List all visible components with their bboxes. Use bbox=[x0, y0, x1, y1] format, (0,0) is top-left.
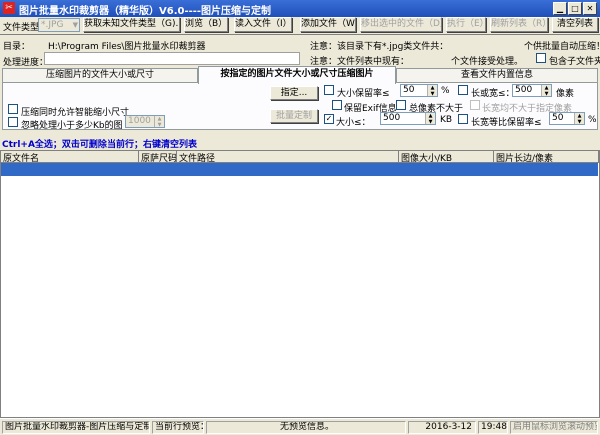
close-button[interactable]: ✕ bbox=[583, 2, 597, 15]
ignore-small-label: 忽略处理小于多少Kb的图 bbox=[21, 121, 123, 131]
dir-value: H:\Program Files\图片批量水印裁剪器 bbox=[48, 42, 206, 52]
wh-not-exceed-checkbox[interactable] bbox=[470, 100, 480, 110]
long-side-checkbox[interactable] bbox=[458, 85, 468, 95]
column-header-size-kb[interactable]: 图像大小/KB bbox=[399, 151, 494, 163]
quality-max-label: 大小保留率≤ bbox=[337, 89, 390, 99]
ignore-small-value: 1000 bbox=[128, 116, 151, 126]
minimize-button[interactable]: ▁ bbox=[553, 2, 567, 15]
kb-label: KB bbox=[440, 115, 453, 125]
size-max-input[interactable]: 500 ▲ ▼ bbox=[380, 112, 436, 125]
status-time: 19:48 bbox=[478, 421, 508, 434]
spin-arrows-icon[interactable]: ▲ ▼ bbox=[541, 85, 551, 96]
total-pixels-checkbox[interactable] bbox=[396, 100, 406, 110]
column-header-long-side[interactable]: 图片长边/像素 bbox=[494, 151, 599, 163]
status-preview-value: 无预览信息。 bbox=[206, 421, 406, 434]
list-hint: Ctrl+A全选；双击可删除当前行；右键清空列表 bbox=[2, 140, 197, 150]
refresh-list-button[interactable]: 刷新列表（R） bbox=[490, 17, 548, 32]
list-count-note-tail: 个文件接受处理。 bbox=[451, 57, 524, 67]
clear-list-button[interactable]: 清空列表 bbox=[552, 17, 598, 32]
progress-label: 处理进度： bbox=[3, 58, 49, 68]
quality-max-value: 50 bbox=[403, 85, 415, 95]
size-max-label: 大小≤： bbox=[336, 118, 371, 128]
execute-button[interactable]: 执行（E） bbox=[446, 17, 486, 32]
progress-bar bbox=[44, 52, 300, 65]
remove-selected-button[interactable]: 移出选中的文件（D） bbox=[360, 17, 442, 32]
specify-button[interactable]: 指定... bbox=[270, 86, 318, 100]
chevron-down-icon: ▼ bbox=[72, 21, 78, 29]
ratio-keep-checkbox[interactable] bbox=[458, 114, 468, 124]
quality-max-input[interactable]: 50 ▲ ▼ bbox=[400, 84, 438, 97]
status-hint: 启用鼠标浏览滚动预览 bbox=[510, 421, 598, 434]
spin-arrows-icon[interactable]: ▲ ▼ bbox=[425, 113, 435, 124]
ignore-small-checkbox[interactable] bbox=[8, 117, 18, 127]
column-header-path[interactable]: 文件路径 bbox=[177, 151, 399, 163]
file-count-note-tail: 个供批量自动压缩！ bbox=[524, 42, 600, 52]
ratio-keep-value: 50 bbox=[552, 113, 564, 123]
status-preview-label: 当前行预览： bbox=[152, 421, 204, 434]
read-file-button[interactable]: 读入文件（I） bbox=[234, 17, 292, 32]
status-app-name: 图片批量水印裁剪器-图片压缩与定制 bbox=[2, 421, 150, 434]
size-max-value: 500 bbox=[383, 113, 401, 123]
quality-max-checkbox[interactable] bbox=[324, 85, 334, 95]
smart-shrink-label: 压缩同时允许智能缩小尺寸 bbox=[21, 108, 130, 118]
long-side-value: 500 bbox=[515, 85, 533, 95]
app-icon: ✂ bbox=[3, 2, 15, 14]
get-unknown-types-button[interactable]: 获取未知文件类型（G)... bbox=[83, 17, 180, 32]
file-count-note: 注意：该目录下有*.jpg类文件共： bbox=[310, 42, 449, 52]
keep-exif-checkbox[interactable] bbox=[332, 100, 342, 110]
percent-label: % bbox=[588, 115, 597, 125]
spin-arrows-icon[interactable]: ▲ ▼ bbox=[427, 85, 437, 96]
include-subfolders-label: 包含子文件夹 bbox=[549, 57, 600, 67]
tab-compress-by-target[interactable]: 按指定的图片文件大小或尺寸压缩图片 bbox=[198, 66, 396, 84]
custom-size-button[interactable]: 批量定制 bbox=[270, 109, 318, 123]
ignore-small-input[interactable]: 1000 ▲ ▼ bbox=[125, 115, 165, 128]
tab-compress-size[interactable]: 压缩图片的文件大小或尺寸 bbox=[2, 68, 198, 82]
percent-label: % bbox=[441, 86, 450, 96]
include-subfolders-checkbox[interactable] bbox=[536, 53, 546, 63]
ratio-keep-label: 长宽等比保留率≤ bbox=[471, 118, 542, 128]
column-header-orig-size[interactable]: 原萨尺码 bbox=[139, 151, 177, 163]
smart-shrink-checkbox[interactable] bbox=[8, 104, 18, 114]
long-side-input[interactable]: 500 ▲ ▼ bbox=[512, 84, 552, 97]
title-bar: ✂ 图片批量水印裁剪器（精华版）V6.0----图片压缩与定制 ▁ □ ✕ bbox=[0, 0, 600, 17]
file-type-label: 文件类型 bbox=[3, 23, 40, 33]
status-bar: 图片批量水印裁剪器-图片压缩与定制 当前行预览： 无预览信息。 2016-3-1… bbox=[0, 418, 600, 435]
dir-label: 目录： bbox=[3, 42, 31, 52]
toolbar-divider bbox=[0, 34, 600, 35]
file-list[interactable]: 原文件名 原萨尺码 文件路径 图像大小/KB 图片长边/像素 bbox=[0, 150, 600, 418]
table-row[interactable] bbox=[1, 163, 598, 176]
add-file-button[interactable]: 添加文件（W） bbox=[300, 17, 356, 32]
browse-button[interactable]: 浏览（B）... bbox=[184, 17, 228, 32]
maximize-button[interactable]: □ bbox=[568, 2, 582, 15]
status-date: 2016-3-12 bbox=[408, 421, 476, 434]
spin-arrows-icon[interactable]: ▲ ▼ bbox=[154, 116, 164, 127]
pixel-unit-label: 像素 bbox=[556, 89, 575, 99]
ratio-keep-input[interactable]: 50 ▲ ▼ bbox=[549, 112, 585, 125]
spin-arrows-icon[interactable]: ▲ ▼ bbox=[574, 113, 584, 124]
column-header-filename[interactable]: 原文件名 bbox=[1, 151, 139, 163]
file-type-value: *.JPG bbox=[41, 20, 64, 30]
window-title: 图片批量水印裁剪器（精华版）V6.0----图片压缩与定制 bbox=[19, 6, 272, 17]
file-type-select[interactable]: *.JPG ▼ bbox=[38, 18, 80, 32]
long-side-label: 长或宽≤： bbox=[471, 89, 515, 99]
size-max-checkbox[interactable]: ✓ bbox=[324, 114, 334, 124]
tab-file-info[interactable]: 查看文件内置信息 bbox=[396, 68, 598, 82]
